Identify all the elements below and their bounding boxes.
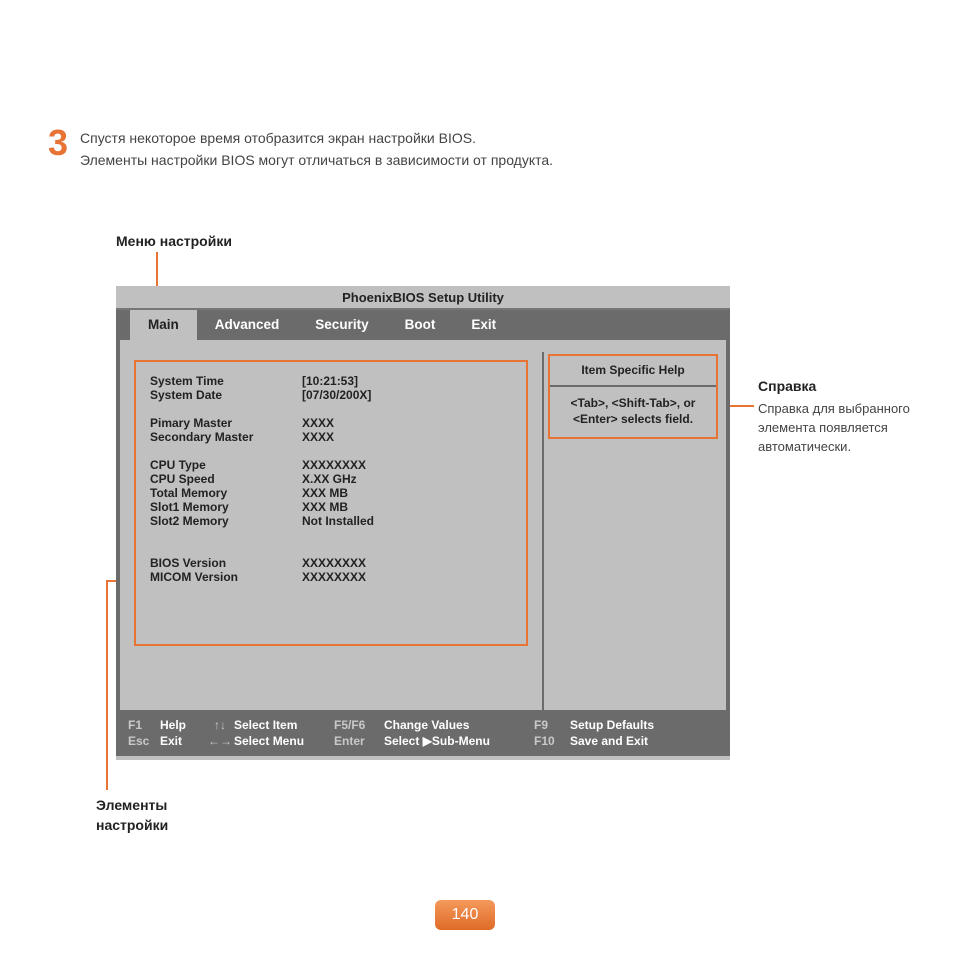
key-f9: F9 xyxy=(534,718,570,732)
bios-settings-list: System Time[10:21:53]System Date[07/30/2… xyxy=(134,360,528,646)
bios-settings-panel: System Time[10:21:53]System Date[07/30/2… xyxy=(120,352,542,710)
leftright-icon: ←→ xyxy=(206,734,234,748)
setting-row[interactable]: BIOS VersionXXXXXXXX xyxy=(150,556,512,570)
setting-row[interactable]: Secondary MasterXXXX xyxy=(150,430,512,444)
updown-icon: ↑↓ xyxy=(206,718,234,732)
bios-screen: PhoenixBIOS Setup Utility Main Advanced … xyxy=(116,286,730,760)
setting-row[interactable]: Pimary MasterXXXX xyxy=(150,416,512,430)
setting-value: [07/30/200X] xyxy=(302,388,371,402)
tab-advanced[interactable]: Advanced xyxy=(197,310,298,340)
help-panel-body: <Tab>, <Shift-Tab>, or <Enter> selects f… xyxy=(556,395,710,427)
setting-value: XXXXXXXX xyxy=(302,570,366,584)
setting-key: BIOS Version xyxy=(150,556,302,570)
label-setup-defaults: Setup Defaults xyxy=(570,718,718,732)
bios-title: PhoenixBIOS Setup Utility xyxy=(116,286,730,310)
setting-row[interactable]: Slot2 MemoryNot Installed xyxy=(150,514,512,528)
setting-value: XXXX xyxy=(302,416,334,430)
tab-exit[interactable]: Exit xyxy=(453,310,514,340)
setting-key: Total Memory xyxy=(150,486,302,500)
label-help: Help xyxy=(160,718,206,732)
key-f1: F1 xyxy=(128,718,160,732)
tab-main[interactable]: Main xyxy=(130,310,197,340)
key-f10: F10 xyxy=(534,734,570,748)
label-select-submenu: Select ▶Sub-Menu xyxy=(384,734,534,748)
page-number-badge: 140 xyxy=(435,900,495,930)
setting-value: X.XX GHz xyxy=(302,472,357,486)
setting-row[interactable]: CPU SpeedX.XX GHz xyxy=(150,472,512,486)
bios-help-panel: Item Specific Help <Tab>, <Shift-Tab>, o… xyxy=(542,352,726,710)
step-number: 3 xyxy=(48,122,68,164)
step-text: Спустя некоторое время отобразится экран… xyxy=(80,128,748,171)
setting-value: Not Installed xyxy=(302,514,374,528)
step-block: 3 Спустя некоторое время отобразится экр… xyxy=(48,128,748,171)
panel-divider xyxy=(542,352,544,710)
tab-boot[interactable]: Boot xyxy=(387,310,454,340)
setting-key: CPU Speed xyxy=(150,472,302,486)
setting-key: Slot2 Memory xyxy=(150,514,302,528)
setting-key: Secondary Master xyxy=(150,430,302,444)
setting-value: XXX MB xyxy=(302,500,348,514)
label-select-menu: Select Menu xyxy=(234,734,334,748)
connector-line xyxy=(106,580,108,790)
label-exit: Exit xyxy=(160,734,206,748)
label-save-exit: Save and Exit xyxy=(570,734,718,748)
setting-key: Pimary Master xyxy=(150,416,302,430)
step-line-2: Элементы настройки BIOS могут отличаться… xyxy=(80,150,748,172)
setting-value: XXXXXXXX xyxy=(302,556,366,570)
setting-value: XXXXXXXX xyxy=(302,458,366,472)
setting-key: MICOM Version xyxy=(150,570,302,584)
help-panel-title: Item Specific Help xyxy=(556,361,710,385)
setting-key: System Date xyxy=(150,388,302,402)
key-enter: Enter xyxy=(334,734,384,748)
callout-help-title: Справка xyxy=(758,378,816,394)
setting-row[interactable]: Total MemoryXXX MB xyxy=(150,486,512,500)
setting-value: [10:21:53] xyxy=(302,374,358,388)
callout-menu-label: Меню настройки xyxy=(116,233,232,249)
setting-key: CPU Type xyxy=(150,458,302,472)
setting-row[interactable]: CPU TypeXXXXXXXX xyxy=(150,458,512,472)
setting-key: System Time xyxy=(150,374,302,388)
setting-row[interactable]: System Time[10:21:53] xyxy=(150,374,512,388)
setting-row[interactable]: Slot1 MemoryXXX MB xyxy=(150,500,512,514)
callout-help-body: Справка для выбранного элемента появляет… xyxy=(758,400,938,457)
setting-value: XXXX xyxy=(302,430,334,444)
bios-menu-bar: Main Advanced Security Boot Exit xyxy=(116,310,730,340)
key-f5f6: F5/F6 xyxy=(334,718,384,732)
setting-row[interactable]: MICOM VersionXXXXXXXX xyxy=(150,570,512,584)
step-line-1: Спустя некоторое время отобразится экран… xyxy=(80,128,748,150)
setting-key: Slot1 Memory xyxy=(150,500,302,514)
bios-body: System Time[10:21:53]System Date[07/30/2… xyxy=(116,340,730,710)
setting-row[interactable]: System Date[07/30/200X] xyxy=(150,388,512,402)
divider xyxy=(550,385,716,387)
setting-value: XXX MB xyxy=(302,486,348,500)
bios-footer: F1 Esc Help Exit ↑↓ ←→ Select Item Selec… xyxy=(116,710,730,756)
tab-security[interactable]: Security xyxy=(297,310,386,340)
callout-items-label: Элементы настройки xyxy=(96,796,206,835)
label-select-item: Select Item xyxy=(234,718,334,732)
label-change-values: Change Values xyxy=(384,718,534,732)
key-esc: Esc xyxy=(128,734,160,748)
